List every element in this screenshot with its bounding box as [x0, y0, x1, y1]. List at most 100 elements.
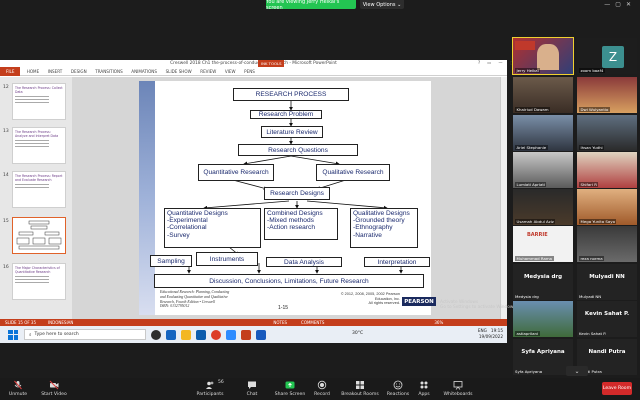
unmute-button[interactable]: Unmute — [0, 380, 36, 397]
taskbar-search-input[interactable]: ⌕ Type here to search — [24, 329, 146, 340]
tab-pens[interactable]: PENS — [240, 67, 259, 76]
participant-big-name: Medysia drg — [523, 274, 563, 280]
participant-tile[interactable]: Usamah Abdul Aziz — [513, 189, 573, 225]
tab-insert[interactable]: INSERT — [43, 67, 66, 76]
participant-tile-no-video[interactable]: Medysia drg Medysia drg — [513, 264, 573, 300]
quant-designs-title: Quantitative Designs — [167, 210, 228, 217]
participant-tile[interactable]: Shifari R — [577, 152, 637, 188]
tab-home[interactable]: HOME — [22, 67, 43, 76]
windows-taskbar: ⌕ Type here to search 30°C ENG 19:15 19/… — [0, 326, 507, 343]
chrome-icon[interactable] — [211, 329, 221, 340]
slide-thumbnail[interactable]: The Research Process: Collect Data — [12, 83, 66, 120]
participant-name: zoom baaf4 — [579, 68, 605, 73]
participant-tile[interactable]: Mega Yunita Sayo — [577, 189, 637, 225]
quant-designs-item: -Correlational — [167, 224, 207, 232]
breakout-rooms-button[interactable]: Breakout Rooms — [338, 380, 382, 397]
participant-tile[interactable]: BARRIE Muhammad Rama — [513, 226, 573, 262]
participant-tile-no-video[interactable]: Mulyadi NN Mulyadi NN — [577, 264, 637, 300]
zoom-app-icon[interactable] — [226, 329, 236, 340]
tab-view[interactable]: VIEW — [221, 67, 240, 76]
participant-name: Kevin Sahat P. — [579, 331, 607, 336]
combined-designs-item: -Action research — [267, 224, 316, 232]
task-view-icon[interactable] — [151, 329, 161, 340]
system-tray[interactable]: ENG 19:15 19/09/2022 — [478, 328, 503, 340]
window-controls[interactable]: —▢✕ — [604, 1, 636, 8]
thumb-title: The Major Characteristics of Quantitativ… — [15, 266, 60, 274]
participant-tile[interactable]: Ariel Stephanie — [513, 115, 573, 151]
participant-tile[interactable]: Lumiati Apriati — [513, 152, 573, 188]
powerpoint-app-icon[interactable] — [241, 329, 251, 340]
thumb-number: 16 — [3, 265, 9, 270]
tab-review[interactable]: REVIEW — [196, 67, 221, 76]
edge-icon[interactable] — [166, 329, 176, 340]
video-off-icon — [49, 380, 59, 390]
flow-research-designs: Research Designs — [264, 187, 330, 200]
tab-animations[interactable]: ANIMATIONS — [127, 67, 161, 76]
participant-tile[interactable]: Jerry Heikal — [512, 37, 574, 75]
status-notes[interactable]: NOTES — [273, 320, 287, 325]
vertical-scrollbar[interactable] — [500, 77, 507, 319]
view-options-label: View Options — [362, 1, 396, 8]
breakout-rooms-icon — [356, 381, 364, 389]
whiteboards-label: Whiteboards — [443, 392, 473, 397]
pearson-logo: PEARSON — [402, 297, 436, 306]
tab-file[interactable]: FILE — [0, 66, 21, 76]
taskbar-weather[interactable]: 30°C — [352, 331, 363, 336]
windows-start-icon[interactable] — [8, 329, 18, 340]
participants-label: Participants — [196, 392, 224, 397]
participant-tile[interactable]: reza norma — [577, 226, 637, 262]
start-video-label: Start Video — [41, 392, 67, 397]
powerpoint-ribbon: FILE HOME INSERT DESIGN TRANSITIONS ANIM… — [0, 66, 507, 76]
thumb-number: 12 — [3, 85, 9, 90]
participant-tile-no-video[interactable]: Kevin Sahat P. Kevin Sahat P. — [577, 301, 637, 337]
ink-tools-tab[interactable]: INK TOOLS — [258, 60, 285, 67]
participant-big-name: Syfa Apriyana — [521, 349, 565, 355]
participant-tile[interactable]: Khairiud Dawam — [513, 77, 573, 113]
leave-room-button[interactable]: Leave Room — [602, 382, 632, 395]
thumb-number: 13 — [3, 129, 9, 134]
store-icon[interactable] — [196, 329, 206, 340]
flow-literature-review: Literature Review — [261, 126, 323, 138]
tray-time: 19:15 — [490, 328, 503, 333]
slide-thumbnail-selected[interactable] — [12, 217, 66, 254]
powerpoint-title: Creswell 2018 Ch1 the-process-of-conduct… — [170, 61, 337, 66]
participant-tile[interactable]: astiaprilani — [513, 301, 573, 337]
tab-transitions[interactable]: TRANSITIONS — [91, 67, 127, 76]
whiteboards-button[interactable]: Whiteboards — [438, 380, 478, 397]
participant-name: Khairiud Dawam — [515, 107, 551, 112]
slide-thumbnail[interactable]: The Research Process: Report and Evaluat… — [12, 171, 66, 208]
tab-design[interactable]: DESIGN — [67, 67, 91, 76]
slide-page-number: 1-15 — [278, 305, 289, 311]
slide-thumbnail[interactable]: The Major Characteristics of Quantitativ… — [12, 263, 66, 300]
slide-copyright: © 2012, 2008, 2005, 2002 Pearson Educati… — [325, 292, 400, 306]
participant-tile[interactable]: Z zoom baaf4 — [577, 38, 637, 74]
share-banner: You are viewing Jerry Heikal's screen — [266, 0, 356, 11]
share-screen-icon — [285, 381, 295, 389]
activate-line: Go to Settings to activate Windows. — [440, 305, 517, 310]
combined-designs-item: -Mixed methods — [267, 217, 314, 225]
status-language[interactable]: INDONESIAN — [48, 320, 73, 325]
tab-slide-show[interactable]: SLIDE SHOW — [161, 67, 196, 76]
participant-name: Ariel Stephanie — [515, 145, 548, 150]
apps-label: Apps — [418, 392, 430, 397]
participant-tile[interactable]: Ihsan Yudhi — [577, 115, 637, 151]
participant-name: Jerry Heikal — [515, 68, 541, 73]
start-video-button[interactable]: Start Video — [36, 380, 72, 397]
participant-tile-no-video[interactable]: Syfa Apriyana Syfa Apriyana — [513, 339, 573, 375]
tray-date: 19/09/2022 — [478, 334, 503, 339]
view-options-button[interactable]: View Options ⌄ — [360, 0, 404, 9]
chat-button[interactable]: Chat — [234, 380, 270, 397]
status-comments[interactable]: COMMENTS — [301, 320, 324, 325]
gallery-next-page-button[interactable]: ⌄ — [566, 366, 588, 376]
slide-thumbnail-pane[interactable]: 12 The Research Process: Collect Data 13… — [0, 77, 72, 319]
slide-thumbnail[interactable]: The Research Process: Analyze and Interp… — [12, 127, 66, 164]
file-explorer-icon[interactable] — [181, 329, 191, 340]
presenter-slide-thumb — [515, 41, 535, 50]
participant-name: Dwi Wulyantio — [579, 107, 610, 112]
record-button[interactable]: Record — [304, 380, 340, 397]
participant-tile[interactable]: Dwi Wulyantio — [577, 77, 637, 113]
apps-button[interactable]: Apps — [406, 380, 442, 397]
status-zoom[interactable]: 36% — [434, 320, 443, 325]
word-app-icon[interactable] — [256, 329, 266, 340]
participant-big-name: Mulyadi NN — [589, 274, 625, 280]
